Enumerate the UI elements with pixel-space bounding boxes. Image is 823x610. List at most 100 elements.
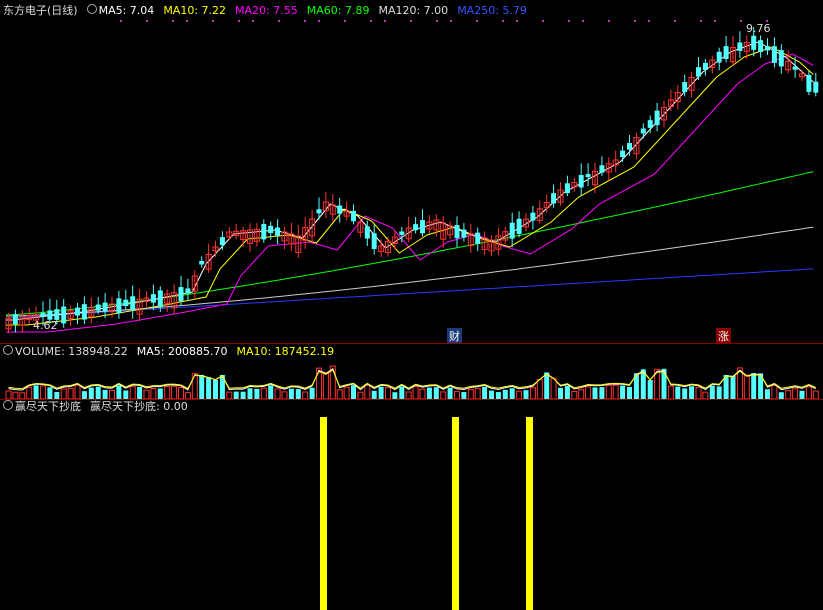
- volume-bar: [109, 390, 115, 399]
- volume-bar: [675, 386, 681, 399]
- volume-bar: [571, 391, 578, 399]
- candle-body: [157, 290, 163, 307]
- volume-bar: [405, 391, 412, 399]
- settings-circle-icon[interactable]: [86, 4, 97, 14]
- finance-marker[interactable]: 财: [447, 328, 462, 344]
- volume-bar: [440, 391, 447, 399]
- volume-bar: [454, 390, 460, 399]
- candle-body: [578, 175, 584, 188]
- volume-bar: [129, 385, 136, 399]
- volume-panel[interactable]: VOLUME: 138948.22 MA5: 200885.70 MA10: 1…: [0, 343, 823, 399]
- volume-bar: [164, 386, 171, 399]
- volume-bar: [682, 388, 688, 399]
- volume-bar: [95, 386, 101, 399]
- volume-bar: [730, 375, 736, 399]
- candle-body: [723, 46, 729, 59]
- settings-circle-icon[interactable]: [3, 345, 13, 355]
- dot-marker: [582, 20, 584, 22]
- volume-bar: [667, 385, 674, 399]
- volume-bar: [627, 386, 632, 399]
- price-panel[interactable]: 东方电子(日线) MA5: 7.04 MA10: 7.22 MA20: 7.55…: [0, 0, 823, 344]
- volume-bar: [171, 385, 178, 399]
- candle-body: [420, 220, 425, 234]
- candle-body: [647, 120, 653, 128]
- volume-bar: [5, 390, 12, 399]
- ma10-label: MA10: 7.22: [163, 4, 227, 17]
- volume-bar: [254, 388, 260, 399]
- volume-bar: [116, 385, 122, 399]
- volume-bar: [558, 387, 563, 399]
- volume-bar: [150, 388, 157, 399]
- volume-bar: [81, 391, 87, 399]
- volume-bar: [585, 386, 592, 399]
- dot-marker: [344, 20, 346, 22]
- volume-bar: [260, 387, 267, 399]
- volume-bar: [281, 391, 288, 399]
- rise-marker[interactable]: 涨: [716, 328, 731, 344]
- ma20-label: MA20: 7.55: [235, 4, 298, 17]
- volume-bar: [137, 386, 143, 399]
- candlestick-chart[interactable]: [0, 0, 823, 343]
- dot-marker: [634, 20, 636, 22]
- volume-bar: [226, 391, 233, 399]
- ma10-line: [6, 46, 814, 326]
- candle-body: [95, 304, 101, 311]
- chart-title: 东方电子(日线): [3, 4, 78, 17]
- volume-bar: [47, 387, 53, 399]
- candle-body: [696, 67, 701, 77]
- candle-body: [364, 226, 370, 239]
- low-price-label: 4.62: [33, 319, 58, 332]
- volume-bar: [689, 386, 695, 399]
- volume-bar: [288, 388, 294, 399]
- candle-body: [682, 82, 688, 92]
- volume-bar: [33, 385, 39, 399]
- volume-bar: [274, 388, 281, 399]
- dot-marker: [516, 20, 518, 22]
- candle-body: [716, 51, 722, 63]
- candle-body: [130, 296, 136, 311]
- volume-bar: [213, 379, 218, 399]
- ma250-label: MA250: 5.79: [457, 4, 527, 17]
- volume-bar: [612, 384, 619, 399]
- volume-bar: [785, 390, 792, 399]
- candle-body: [599, 165, 605, 173]
- candle-body: [813, 81, 819, 93]
- volume-bar: [343, 386, 350, 399]
- dot-marker: [120, 20, 122, 22]
- volume-bar: [474, 388, 481, 399]
- candle-body: [751, 35, 757, 50]
- volume-bar: [605, 385, 612, 399]
- volume-bar: [695, 386, 702, 399]
- price-legend: 东方电子(日线) MA5: 7.04 MA10: 7.22 MA20: 7.55…: [3, 4, 527, 17]
- volume-bar: [467, 389, 474, 399]
- volume-bar: [495, 392, 501, 399]
- indicator-chart[interactable]: [0, 399, 823, 610]
- dot-marker: [304, 20, 306, 22]
- volume-bar: [268, 385, 274, 399]
- candle-body: [337, 205, 343, 214]
- candle-body: [268, 225, 274, 234]
- volume-title: VOLUME: 138948.22: [3, 345, 128, 358]
- volume-ma10-line: [8, 369, 816, 390]
- ma120-label: MA120: 7.00: [378, 4, 449, 17]
- dot-marker: [436, 20, 438, 22]
- volume-bar: [716, 386, 722, 399]
- volume-bar: [544, 372, 550, 399]
- candle-body: [702, 62, 708, 70]
- volume-ma10-label: MA10: 187452.19: [236, 345, 335, 358]
- candle-body: [275, 227, 281, 236]
- volume-bar: [647, 380, 653, 399]
- volume-bar: [206, 377, 212, 399]
- candle-body: [516, 218, 522, 234]
- ma60-label: MA60: 7.89: [306, 4, 370, 17]
- volume-bar: [743, 374, 750, 399]
- volume-bar: [529, 387, 536, 399]
- candle-body: [316, 209, 322, 214]
- settings-circle-icon[interactable]: [3, 400, 13, 410]
- dot-marker: [238, 20, 240, 22]
- indicator-panel[interactable]: 赢尽天下抄底 赢尽天下抄底: 0.00: [0, 399, 823, 610]
- candle-body: [351, 210, 356, 222]
- dot-marker: [370, 20, 372, 22]
- volume-bar: [247, 388, 253, 399]
- volume-legend: VOLUME: 138948.22 MA5: 200885.70 MA10: 1…: [3, 345, 334, 358]
